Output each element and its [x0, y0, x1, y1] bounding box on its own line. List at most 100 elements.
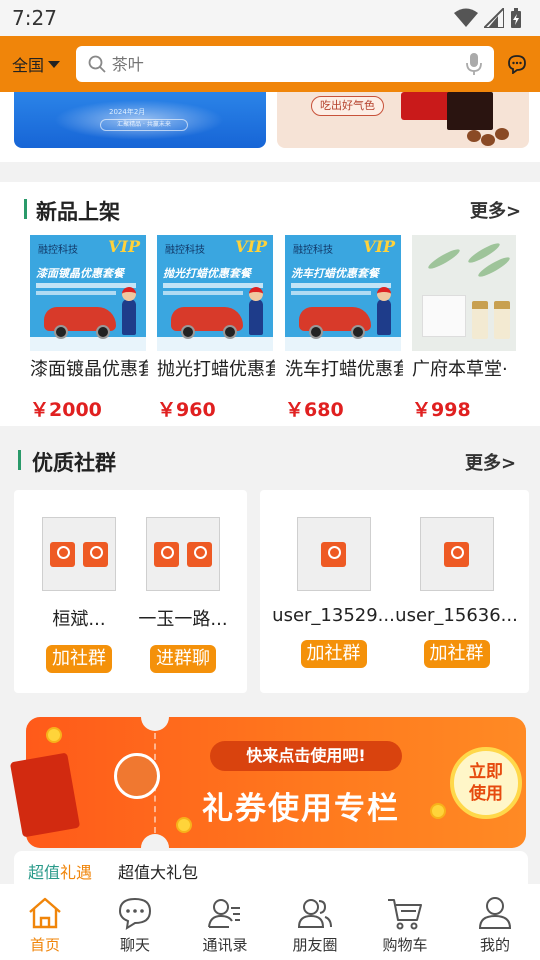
product-card[interactable]: 融控科技 VIP 洗车打蜡优惠套餐 洗车打蜡优惠套餐 ￥680	[285, 235, 403, 422]
community-name: user_15636...	[395, 605, 518, 626]
message-button[interactable]	[506, 53, 528, 75]
product-price: ￥680	[285, 399, 344, 421]
status-bar: 7:27	[0, 0, 540, 36]
cart-icon	[388, 899, 422, 930]
car-wheel	[351, 325, 365, 339]
product-price: ￥998	[412, 399, 471, 421]
section-title: 优质社群	[32, 451, 116, 475]
coupon-body: 快来点击使用吧! 礼券使用专栏 立即 使用	[26, 717, 526, 848]
nav-label: 朋友圈	[292, 936, 338, 954]
thumb-ground	[285, 337, 401, 351]
enter-group-chat-button[interactable]: 进群聊	[150, 645, 216, 673]
tea-jar	[472, 301, 488, 339]
coupon-notch	[141, 717, 169, 731]
thumb-subline	[291, 291, 371, 295]
section-accent-bar	[18, 450, 21, 470]
product-card[interactable]: 广府本草堂· ￥998	[412, 235, 526, 422]
more-link[interactable]: 更多>	[470, 197, 521, 223]
microphone-icon[interactable]	[466, 52, 482, 76]
join-community-button[interactable]: 加社群	[46, 645, 112, 673]
more-link[interactable]: 更多>	[465, 449, 516, 475]
communities-section: 优质社群 更多> 桓斌... 加社群 一玉一路... 进群聊 user_1352	[0, 436, 540, 700]
banner-row: 2024年2月 汇聚精品 · 共赢未来 吃出好气色	[0, 92, 540, 162]
promo-banner-food[interactable]: 吃出好气色	[277, 92, 529, 148]
coin-decoration	[46, 727, 62, 743]
worker-head	[249, 287, 263, 301]
nav-label: 通讯录	[202, 936, 248, 954]
tea-package	[422, 295, 466, 337]
section-header: 优质社群 更多>	[0, 436, 540, 486]
chat-bubble-icon	[118, 897, 152, 930]
coupon-banner[interactable]: 快来点击使用吧! 礼券使用专栏 立即 使用	[9, 717, 526, 848]
use-now-line2: 使用	[469, 784, 503, 804]
tab-value-perks[interactable]: 超值礼遇	[28, 859, 92, 883]
use-now-line1: 立即	[469, 762, 503, 782]
car-wheel	[54, 325, 68, 339]
car-wheel	[223, 325, 237, 339]
nav-item-chat[interactable]: 聊天	[90, 884, 180, 960]
status-time: 7:27	[12, 6, 57, 30]
section-accent-bar	[24, 199, 27, 219]
chat-bubble-icon	[508, 55, 526, 74]
nav-item-moments[interactable]: 朋友圈	[270, 884, 360, 960]
gift-box-dark	[447, 92, 493, 130]
region-selector[interactable]: 全国	[12, 52, 74, 76]
tab-gift-pack[interactable]: 超值大礼包	[118, 859, 198, 883]
app-logo-icon	[83, 541, 108, 567]
promo-banner-blue[interactable]: 2024年2月 汇聚精品 · 共赢未来	[14, 92, 266, 148]
search-bar[interactable]	[75, 46, 495, 82]
product-price: ￥2000	[30, 399, 102, 421]
thumb-brand: 融控科技	[293, 245, 333, 256]
join-community-button[interactable]: 加社群	[423, 640, 490, 668]
nav-label: 购物车	[382, 936, 428, 954]
group-avatar	[146, 517, 220, 591]
community-name: 桓斌...	[52, 609, 106, 630]
app-logo-icon	[444, 541, 469, 567]
status-icons	[454, 8, 522, 28]
section-title: 新品上架	[36, 200, 120, 224]
worker-illustration	[122, 299, 136, 335]
nav-item-cart[interactable]: 购物车	[360, 884, 450, 960]
product-name: 抛光打蜡优惠套餐	[157, 359, 275, 380]
coupon-headline: 快来点击使用吧!	[210, 741, 402, 771]
friends-icon	[297, 899, 332, 928]
nav-item-profile[interactable]: 我的	[450, 884, 540, 960]
product-card[interactable]: 融控科技 VIP 抛光打蜡优惠套餐 抛光打蜡优惠套餐 ￥960	[157, 235, 275, 422]
thumb-vip: VIP	[363, 237, 395, 256]
thumb-vip: VIP	[108, 237, 140, 256]
new-products-section: 新品上架 更多> 融控科技 VIP 漆面镀晶优惠套餐 漆面镀晶优惠套餐 ￥200…	[0, 182, 540, 426]
product-price: ￥960	[157, 399, 216, 421]
join-community-button[interactable]: 加社群	[300, 640, 367, 668]
use-now-button[interactable]: 立即 使用	[450, 747, 522, 819]
thumb-ground	[157, 337, 273, 351]
nut-decoration	[481, 134, 495, 146]
nut-decoration	[467, 130, 481, 142]
community-card: 桓斌... 加社群 一玉一路... 进群聊	[14, 490, 247, 693]
community-member[interactable]: 一玉一路... 进群聊	[132, 517, 234, 673]
thumb-subline	[291, 283, 391, 288]
group-avatar	[296, 517, 371, 591]
gift-box-red	[401, 92, 453, 120]
thumb-title: 漆面镀晶优惠套餐	[36, 267, 124, 280]
worker-head	[122, 287, 136, 301]
profile-icon	[478, 897, 512, 929]
thumb-subline	[36, 283, 136, 288]
thumb-subline	[36, 291, 116, 295]
wifi-icon	[454, 8, 478, 27]
product-card[interactable]: 融控科技 VIP 漆面镀晶优惠套餐 漆面镀晶优惠套餐 ￥2000	[30, 235, 148, 422]
nav-label: 聊天	[119, 936, 150, 954]
bottom-nav: 首页 聊天 通讯录 朋友圈 购物车 我的	[0, 884, 540, 960]
tea-jar	[494, 301, 510, 339]
search-input[interactable]	[111, 54, 467, 74]
worker-illustration	[377, 299, 391, 335]
banner-tagline: 吃出好气色	[311, 96, 384, 116]
nav-item-home[interactable]: 首页	[0, 884, 90, 960]
product-name: 洗车打蜡优惠套餐	[285, 359, 403, 380]
app-logo-icon	[50, 541, 75, 567]
nav-item-contacts[interactable]: 通讯录	[180, 884, 270, 960]
community-member[interactable]: user_13529... 加社群	[270, 517, 397, 668]
community-member[interactable]: 桓斌... 加社群	[28, 517, 130, 673]
banner-date-text: 2024年2月	[109, 108, 146, 116]
top-header: 全国	[0, 36, 540, 92]
community-member[interactable]: user_15636... 加社群	[393, 517, 520, 668]
